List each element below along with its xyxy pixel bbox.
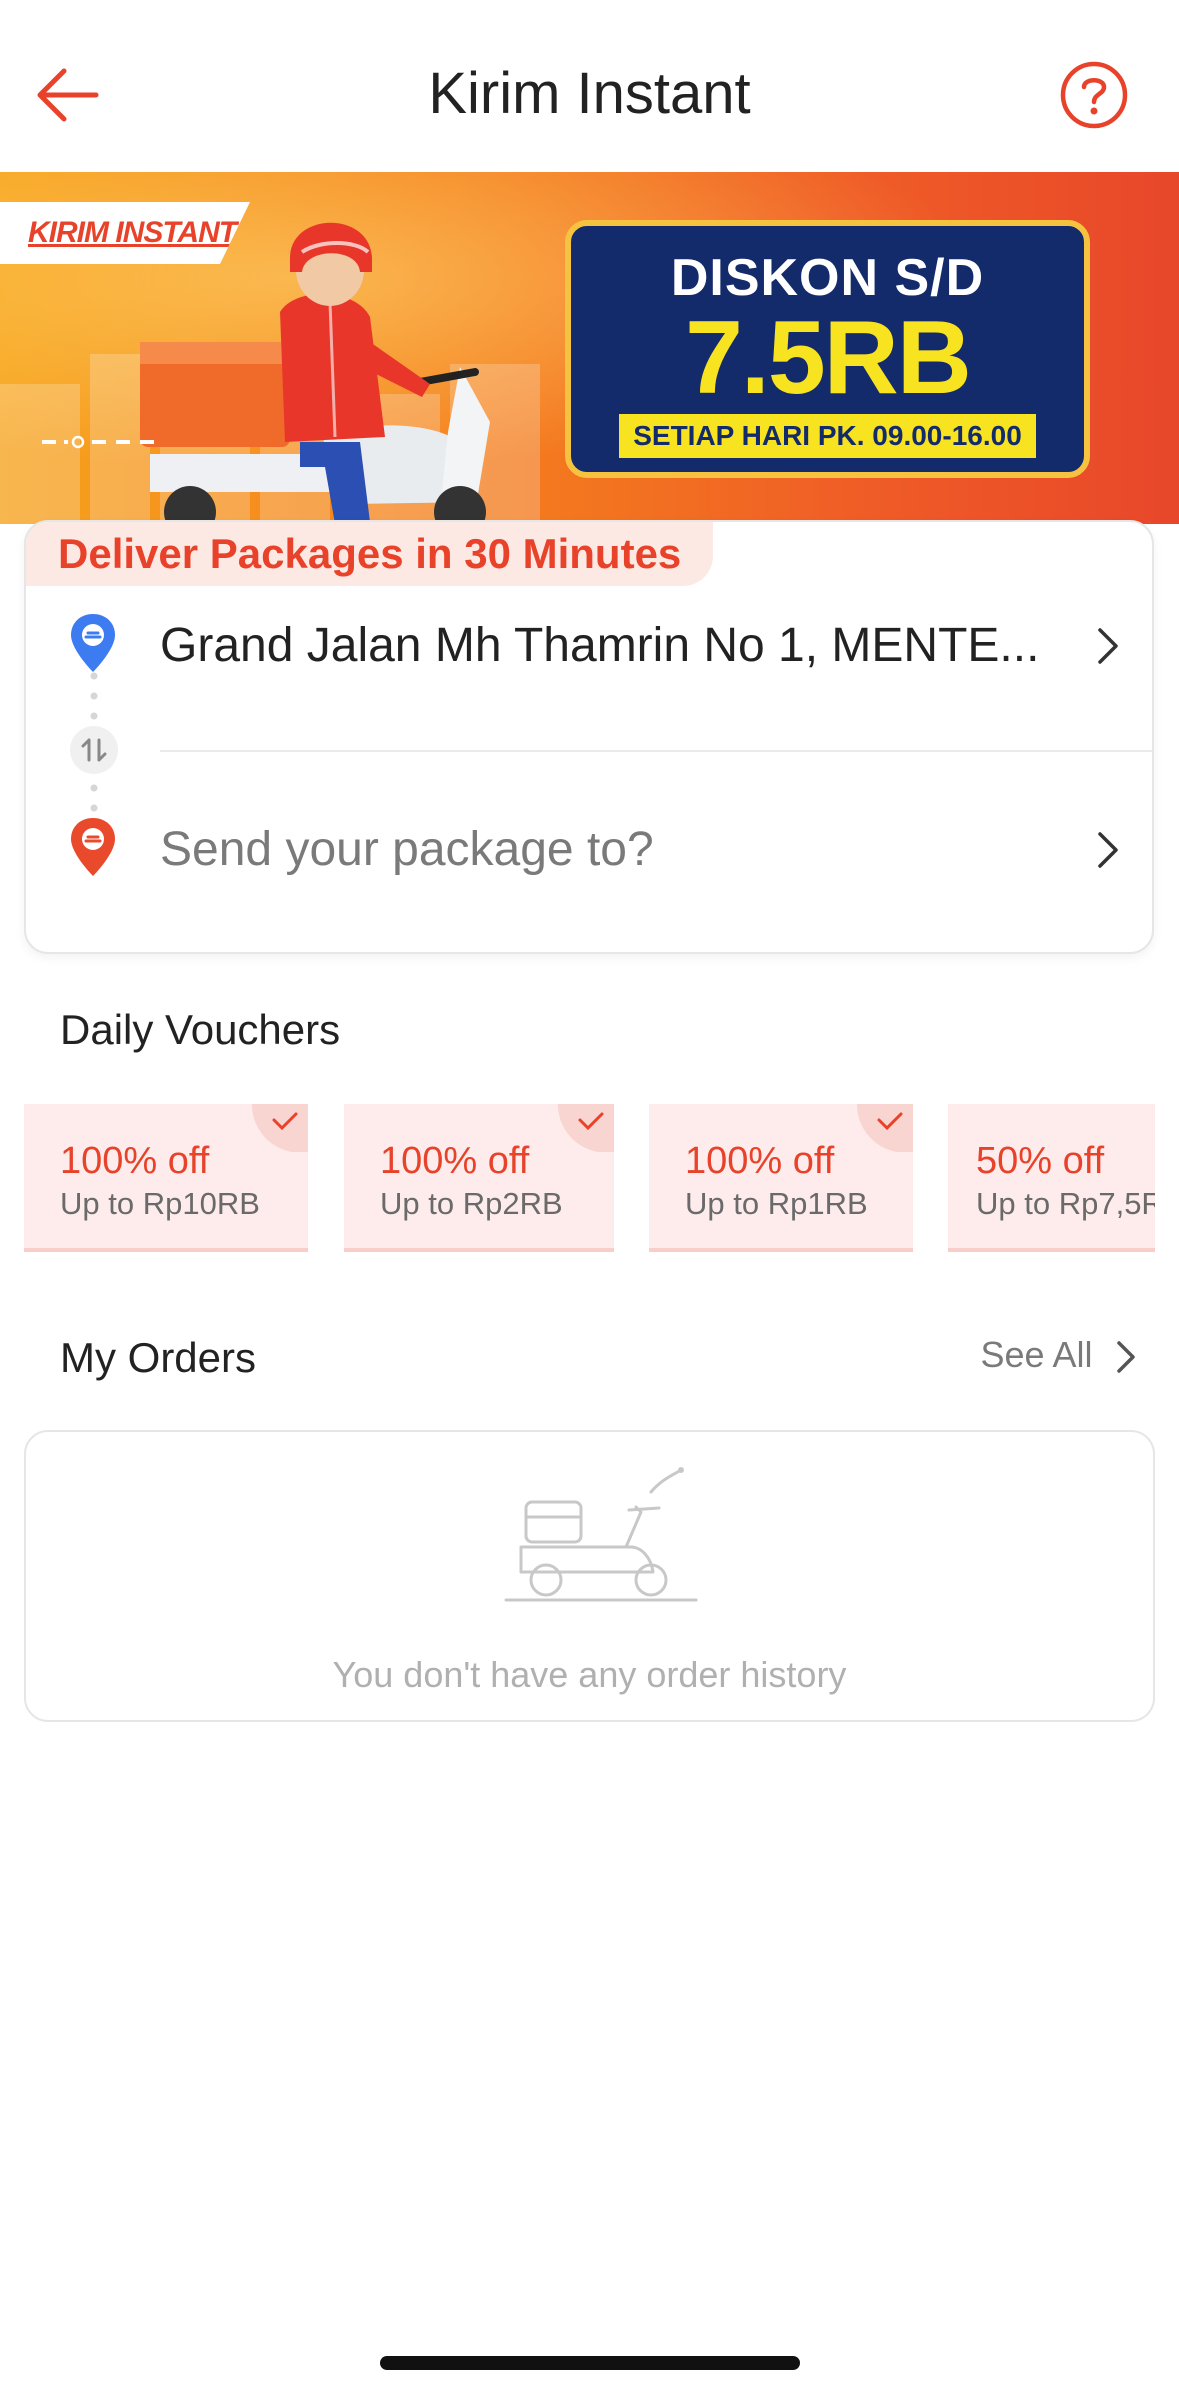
address-card: Deliver Packages in 30 Minutes Grand Jal… [24, 520, 1154, 954]
promo-banner[interactable]: KIRIM INSTANT DISKON S/D 7.5RB SETIAP HA… [0, 172, 1179, 524]
daily-vouchers-title: Daily Vouchers [60, 1006, 341, 1053]
chevron-right-icon [1098, 628, 1118, 664]
pickup-address-text: Grand Jalan Mh Thamrin No 1, MENTE... [160, 619, 1040, 672]
delivery-rider-illustration [140, 222, 490, 524]
voucher-discount: 50% off [976, 1140, 1105, 1182]
voucher-discount: 100% off [685, 1140, 835, 1182]
swap-addresses-button[interactable] [70, 726, 118, 774]
carousel-indicator [42, 435, 154, 449]
empty-orders-text: You don't have any order history [332, 1654, 847, 1695]
voucher-cap: Up to Rp7,5RB [976, 1186, 1155, 1221]
swap-arrows-icon [81, 738, 107, 762]
discount-promo-box: DISKON S/D 7.5RB SETIAP HARI PK. 09.00-1… [565, 220, 1090, 478]
promo-schedule: SETIAP HARI PK. 09.00-16.00 [619, 414, 1036, 458]
my-orders-title: My Orders [60, 1334, 257, 1381]
voucher-card[interactable]: 50% off Up to Rp7,5RB [948, 1104, 1155, 1252]
voucher-cap: Up to Rp10RB [60, 1186, 260, 1221]
destination-address-row[interactable]: Send your package to? [26, 784, 1152, 914]
question-circle-icon [1060, 61, 1128, 129]
help-button[interactable] [1059, 60, 1129, 130]
promo-amount: 7.5RB [685, 300, 972, 416]
claimed-check-icon [857, 1104, 913, 1152]
voucher-card[interactable]: 100% off Up to Rp1RB [649, 1104, 913, 1252]
voucher-cap: Up to Rp1RB [685, 1186, 868, 1221]
home-indicator[interactable] [380, 2356, 800, 2370]
delivery-time-tag: Deliver Packages in 30 Minutes [26, 522, 714, 586]
voucher-discount: 100% off [60, 1140, 210, 1182]
orders-empty-state: You don't have any order history [24, 1430, 1155, 1722]
voucher-discount: 100% off [380, 1140, 530, 1182]
address-divider [160, 750, 1152, 752]
route-dots [90, 672, 98, 720]
voucher-cap: Up to Rp2RB [380, 1186, 563, 1221]
voucher-card[interactable]: 100% off Up to Rp10RB [24, 1104, 308, 1252]
chevron-right-icon [1098, 832, 1118, 868]
destination-placeholder-text: Send your package to? [160, 823, 654, 876]
empty-scooter-illustration [504, 1467, 698, 1602]
top-nav-bar: Kirim Instant [0, 0, 1179, 172]
claimed-check-icon [252, 1104, 308, 1152]
destination-location-pin-icon [71, 818, 115, 876]
pickup-address-row[interactable]: Grand Jalan Mh Thamrin No 1, MENTE... [26, 580, 1152, 710]
chevron-right-icon [1117, 1341, 1135, 1373]
voucher-card[interactable]: 100% off Up to Rp2RB [344, 1104, 614, 1252]
pickup-location-pin-icon [71, 614, 115, 672]
voucher-carousel[interactable]: 100% off Up to Rp10RB 100% off Up to Rp2… [24, 1104, 1155, 1254]
promo-headline: DISKON S/D [670, 249, 985, 307]
page-title: Kirim Instant [428, 61, 751, 126]
see-all-orders-link[interactable]: See All [980, 1334, 1139, 1378]
claimed-check-icon [558, 1104, 614, 1152]
